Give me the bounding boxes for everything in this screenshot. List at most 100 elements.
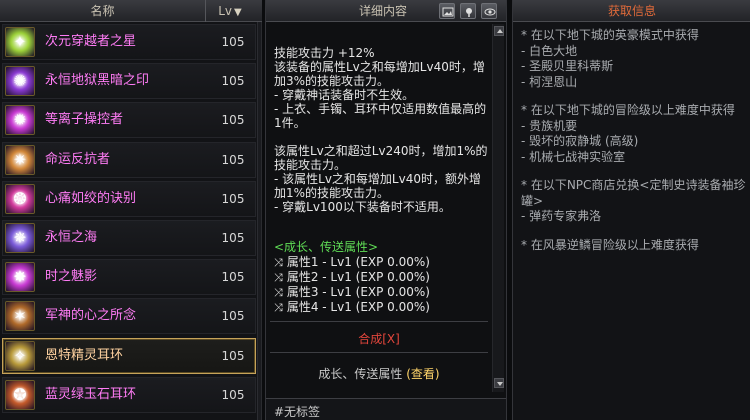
source-info-list: * 在以下地下城的英豪模式中获得 - 白色大地 - 圣殿贝里科蒂斯 - 柯涅恩山 * 在… — [521, 28, 747, 253]
shuffle-icon: ⤨ — [274, 286, 283, 299]
item-icon-glyph: ❂ — [13, 188, 27, 208]
column-header-lv[interactable]: Lv ▼ — [206, 0, 254, 22]
item-name: 等离子操控者 — [45, 112, 124, 128]
item-list-panel: 名称 Lv ▼ ✦ 次元穿越者之星 105 ✺ 永恒地狱黑暗之印 105 ✹ 等离子操控者 105… — [0, 0, 262, 420]
source-line: - 圣殿贝里科蒂斯 — [521, 59, 614, 73]
description-line: - 该属性Lv之和每增加Lv40时，额外增加1%的技能攻击力。 — [274, 172, 481, 200]
growth-attribute-row: ⤨ 属性2 - Lv1 (EXP 0.00%) — [274, 270, 430, 285]
description-line: - 穿戴Lv100以下装备时不适用。 — [274, 200, 451, 214]
item-icon: ✵ — [5, 223, 35, 253]
item-icon: ✶ — [5, 301, 35, 332]
source-line: * 在以下NPC商店兑换<定制史诗装备袖珍罐> — [521, 178, 746, 208]
list-item[interactable]: ✦ 次元穿越者之星 105 — [2, 24, 256, 60]
item-level: 105 — [221, 152, 245, 167]
item-name: 心痛如绞的诀别 — [45, 190, 137, 206]
image-icon[interactable] — [439, 3, 455, 19]
item-icon-glyph: ✦ — [13, 32, 27, 51]
item-icon: ✺ — [5, 66, 35, 97]
source-line: - 贵族机要 — [521, 118, 578, 133]
description-line: - 穿戴神话装备时不生效。 — [274, 88, 415, 102]
detail-panel: 详细内容 技能攻击力 +12% 该装备的属性Lv之和每增加Lv40时，增加3%的技… — [265, 0, 507, 420]
growth-attribute-text: 属性4 - Lv1 (EXP 0.00%) — [286, 300, 430, 314]
item-name: 永恒之海 — [45, 230, 98, 245]
item-name: 恩特精灵耳环 — [45, 347, 124, 363]
item-level: 105 — [221, 348, 245, 363]
item-icon: ✸ — [5, 262, 35, 293]
list-item[interactable]: ✶ 军神的心之所念 105 — [2, 298, 256, 335]
source-line: * 在风暴逆鳞冒险级以上难度获得 — [521, 237, 699, 252]
source-line: * 在以下地下城的冒险级以上难度中获得 — [521, 103, 735, 117]
scroll-down-button[interactable] — [494, 378, 504, 388]
list-item[interactable]: ✪ 蓝灵绿玉石耳环 105 — [2, 376, 256, 413]
column-header-name[interactable]: 名称 — [0, 0, 206, 22]
source-line: - 柯涅恩山 — [521, 74, 578, 89]
item-icon-glyph: ✷ — [13, 149, 27, 169]
growth-attributes-footer: 成长、传送属性 (查看) — [266, 365, 492, 382]
eye-icon[interactable] — [481, 3, 497, 19]
source-line: - 机械七战神实验室 — [521, 149, 626, 164]
growth-attributes-title: <成长、传送属性> — [274, 240, 379, 254]
growth-attribute-row: ⤨ 属性4 - Lv1 (EXP 0.00%) — [274, 300, 430, 315]
list-header: 名称 Lv ▼ — [0, 0, 262, 22]
description-line: - 上衣、手镯、耳环中仅适用数值最高的1件。 — [274, 102, 487, 130]
pin-icon[interactable] — [460, 3, 476, 19]
list-item[interactable]: ✸ 时之魅影 105 — [2, 259, 256, 296]
source-line: - 毁坏的寂静城 (高级) — [521, 134, 639, 148]
shuffle-icon: ⤨ — [274, 271, 283, 284]
item-icon: ✧ — [5, 340, 35, 371]
item-icon: ✹ — [5, 105, 35, 136]
tag-bar: #无标签 — [266, 398, 506, 420]
synthesis-label: 合成[X] — [358, 332, 400, 346]
item-level: 105 — [221, 74, 245, 89]
column-header-lv-label: Lv — [218, 4, 233, 18]
item-level: 105 — [221, 309, 245, 324]
item-icon-glyph: ✧ — [13, 345, 27, 365]
source-line: - 弹药专家弗洛 — [521, 209, 602, 223]
description-line: 该装备的属性Lv之和每增加Lv40时，增加3%的技能攻击力。 — [274, 60, 485, 88]
list-item[interactable]: ✷ 命运反抗者 105 — [2, 141, 256, 178]
item-level: 105 — [221, 270, 245, 285]
item-icon-glyph: ✹ — [13, 110, 27, 130]
list-item[interactable]: ✧ 恩特精灵耳环 105 — [2, 337, 256, 374]
source-line: - 白色大地 — [521, 43, 578, 58]
detail-title: 详细内容 — [358, 4, 407, 18]
shuffle-icon: ⤨ — [274, 256, 283, 269]
divider — [270, 352, 488, 353]
view-growth-attributes-link[interactable]: (查看) — [406, 367, 439, 381]
scroll-up-button[interactable] — [494, 26, 504, 36]
item-name: 命运反抗者 — [45, 151, 111, 167]
list-item[interactable]: ✵ 永恒之海 105 — [2, 220, 256, 256]
item-icon: ✷ — [5, 144, 35, 175]
description-line: 该属性Lv之和超过Lv240时，增加1%的技能攻击力。 — [274, 144, 488, 172]
source-header: 获取信息 — [513, 0, 750, 22]
list-item[interactable]: ✹ 等离子操控者 105 — [2, 102, 256, 139]
growth-attributes-footer-label: 成长、传送属性 — [318, 367, 403, 381]
item-level: 105 — [221, 191, 245, 206]
description-line: 技能攻击力 +12% — [274, 46, 375, 60]
shuffle-icon: ⤨ — [274, 301, 283, 314]
detail-scrollbar[interactable] — [492, 24, 504, 392]
growth-attribute-text: 属性2 - Lv1 (EXP 0.00%) — [286, 270, 430, 284]
item-name: 军神的心之所念 — [45, 308, 137, 324]
growth-attribute-row: ⤨ 属性1 - Lv1 (EXP 0.00%) — [274, 255, 430, 270]
item-icon: ❂ — [5, 183, 35, 214]
list-item[interactable]: ✺ 永恒地狱黑暗之印 105 — [2, 63, 256, 100]
detail-header: 详细内容 — [266, 0, 506, 22]
list-item[interactable]: ❂ 心痛如绞的诀别 105 — [2, 180, 256, 217]
source-line: * 在以下地下城的英豪模式中获得 — [521, 28, 699, 42]
tag-label[interactable]: #无标签 — [274, 403, 320, 420]
item-level: 105 — [221, 231, 245, 245]
item-name: 永恒地狱黑暗之印 — [45, 73, 150, 89]
item-icon-glyph: ✵ — [13, 228, 27, 247]
item-level: 105 — [221, 387, 245, 402]
growth-attribute-row: ⤨ 属性3 - Lv1 (EXP 0.00%) — [274, 285, 430, 300]
item-level: 105 — [221, 35, 245, 49]
item-icon-glyph: ✶ — [13, 306, 27, 326]
item-icon-glyph: ✸ — [13, 267, 27, 287]
item-level: 105 — [221, 113, 245, 128]
list-scrollbar[interactable] — [257, 22, 261, 420]
sort-desc-icon: ▼ — [234, 7, 242, 18]
